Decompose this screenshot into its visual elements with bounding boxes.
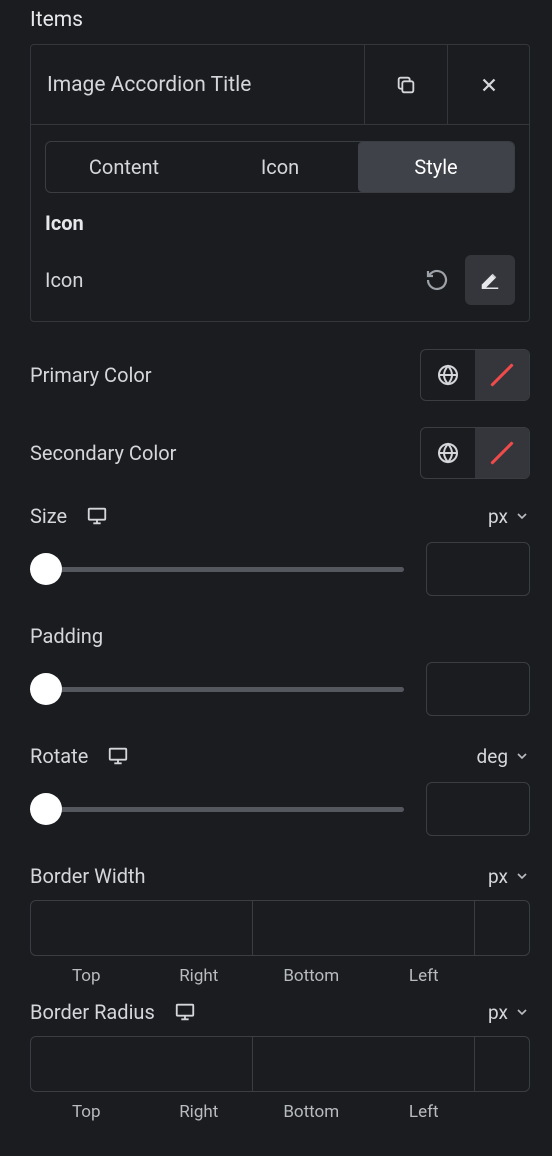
group-label-icon: Icon: [45, 211, 515, 235]
rotate-input[interactable]: [426, 782, 530, 836]
edit-icon-button[interactable]: [465, 255, 515, 305]
border-radius-unit-select[interactable]: px: [488, 1001, 530, 1024]
desktop-icon: [85, 505, 109, 527]
reset-button[interactable]: [425, 268, 449, 292]
tab-style[interactable]: Style: [358, 142, 514, 192]
chevron-down-icon: [514, 868, 530, 884]
side-label-bottom: Bottom: [255, 1102, 368, 1122]
globe-icon: [436, 441, 460, 465]
item-header: Image Accordion Title: [31, 45, 529, 125]
slider-thumb[interactable]: [30, 553, 62, 585]
border-width-top[interactable]: [31, 901, 253, 955]
section-title: Items: [30, 8, 530, 32]
rotate-slider[interactable]: [30, 793, 404, 825]
slider-track: [30, 687, 404, 692]
border-radius-inputs: [30, 1036, 530, 1092]
undo-icon: [425, 268, 449, 292]
rotate-label: Rotate: [30, 744, 88, 768]
chevron-down-icon: [514, 748, 530, 764]
border-width-unit-value: px: [488, 865, 508, 888]
border-width-right[interactable]: [253, 901, 475, 955]
border-width-label: Border Width: [30, 864, 146, 888]
side-label-top: Top: [30, 1102, 143, 1122]
primary-color-label: Primary Color: [30, 363, 152, 387]
item-card: Image Accordion Title Content Icon Style…: [30, 44, 530, 322]
rotate-unit-value: deg: [477, 745, 508, 768]
tab-content[interactable]: Content: [46, 142, 202, 192]
secondary-color-label: Secondary Color: [30, 441, 176, 465]
size-slider[interactable]: [30, 553, 404, 585]
rotate-unit-select[interactable]: deg: [477, 745, 530, 768]
slider-track: [30, 807, 404, 812]
item-title[interactable]: Image Accordion Title: [31, 45, 365, 124]
border-width-bottom[interactable]: [475, 901, 530, 955]
icon-style-popover: Primary Color Secondary Color Size px: [0, 322, 552, 1122]
side-label-left: Left: [368, 966, 481, 986]
slider-thumb[interactable]: [30, 793, 62, 825]
icon-field-label: Icon: [45, 268, 83, 292]
responsive-button[interactable]: [106, 745, 130, 767]
side-label-bottom: Bottom: [255, 966, 368, 986]
size-input[interactable]: [426, 542, 530, 596]
tab-icon[interactable]: Icon: [202, 142, 358, 192]
secondary-color-global-button[interactable]: [421, 428, 475, 478]
border-width-inputs: [30, 900, 530, 956]
border-radius-bottom[interactable]: [475, 1037, 530, 1091]
border-width-unit-select[interactable]: px: [488, 865, 530, 888]
primary-color-controls: [420, 349, 530, 401]
size-label: Size: [30, 504, 67, 528]
secondary-color-swatch[interactable]: [475, 428, 529, 478]
side-label-right: Right: [143, 1102, 256, 1122]
slider-thumb[interactable]: [30, 673, 62, 705]
responsive-button[interactable]: [85, 505, 109, 527]
copy-icon: [395, 74, 417, 96]
close-icon: [478, 74, 500, 96]
side-label-right: Right: [143, 966, 256, 986]
chevron-down-icon: [514, 1004, 530, 1020]
padding-input[interactable]: [426, 662, 530, 716]
side-label-left: Left: [368, 1102, 481, 1122]
size-unit-value: px: [488, 505, 508, 528]
globe-icon: [436, 363, 460, 387]
item-tabs: Content Icon Style: [45, 141, 515, 193]
padding-slider[interactable]: [30, 673, 404, 705]
side-label-top: Top: [30, 966, 143, 986]
border-radius-side-labels: Top Right Bottom Left: [30, 1102, 530, 1122]
remove-button[interactable]: [447, 45, 529, 124]
secondary-color-controls: [420, 427, 530, 479]
primary-color-global-button[interactable]: [421, 350, 475, 400]
pencil-icon: [479, 269, 501, 291]
slider-track: [30, 567, 404, 572]
responsive-button[interactable]: [173, 1001, 197, 1023]
primary-color-swatch[interactable]: [475, 350, 529, 400]
border-width-side-labels: Top Right Bottom Left: [30, 966, 530, 986]
desktop-icon: [173, 1001, 197, 1023]
duplicate-button[interactable]: [365, 45, 447, 124]
chevron-down-icon: [514, 508, 530, 524]
desktop-icon: [106, 745, 130, 767]
border-radius-label: Border Radius: [30, 1000, 155, 1024]
size-unit-select[interactable]: px: [488, 505, 530, 528]
border-radius-unit-value: px: [488, 1001, 508, 1024]
border-radius-top[interactable]: [31, 1037, 253, 1091]
padding-label: Padding: [30, 624, 103, 648]
border-radius-right[interactable]: [253, 1037, 475, 1091]
